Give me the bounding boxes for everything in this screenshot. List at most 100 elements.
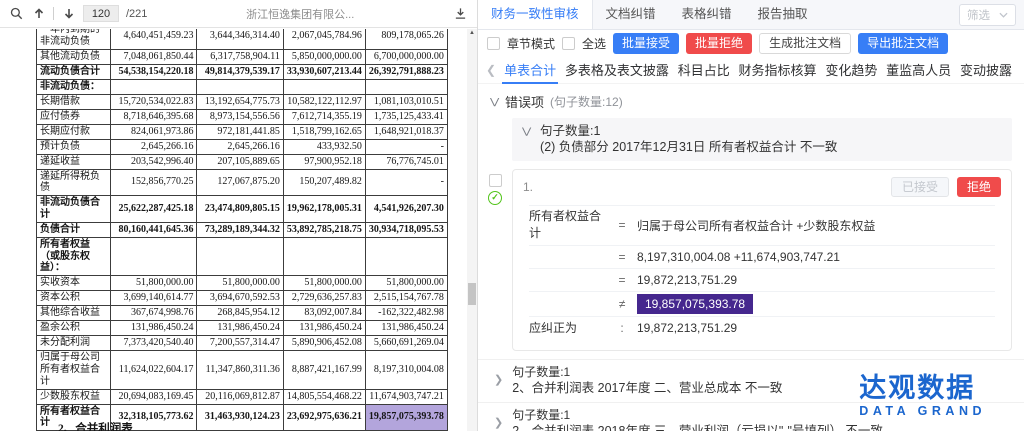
subtab-multi-table-disclosure[interactable]: 多表格及表文披露 [565, 60, 669, 84]
cell-value: 51,800,000.00 [111, 276, 197, 291]
export-annotated-doc-button[interactable]: 导出批注文档 [858, 33, 948, 54]
cell-value: 8,197,310,004.08 [365, 351, 447, 389]
scroll-left-icon[interactable]: ❮ [486, 63, 496, 77]
cell-value: 207,105,889.65 [197, 154, 283, 169]
tab-document-correction[interactable]: 文档纠错 [593, 0, 669, 29]
subtab-change-disclosure[interactable]: 变动披露 [960, 60, 1012, 84]
cell-value: 3,644,346,314.40 [197, 29, 283, 49]
subtab-financial-indicator[interactable]: 财务指标核算 [739, 60, 817, 84]
table-row: 未分配利润7,373,420,540.407,200,557,314.475,8… [37, 336, 448, 351]
select-all-checkbox[interactable] [562, 37, 575, 50]
cell-value: 23,474,809,805.15 [197, 196, 283, 223]
cell-value: 6,700,000,000.00 [365, 49, 447, 64]
cell-value: 1,735,125,433.41 [365, 109, 447, 124]
generate-annotated-doc-button[interactable]: 生成批注文档 [759, 33, 851, 54]
row-label: 其他流动负债 [37, 49, 111, 64]
cell-value: 7,373,420,540.40 [111, 336, 197, 351]
cell-value: 26,392,791,888.23 [365, 64, 447, 79]
row-label: 负债合计 [37, 222, 111, 237]
cell-value: 13,192,654,775.73 [197, 94, 283, 109]
cell-value: 73,289,189,344.32 [197, 222, 283, 237]
cell-value: 11,624,022,604.17 [111, 351, 197, 389]
subtab-account-ratio[interactable]: 科目占比 [678, 60, 730, 84]
sentence-count-label: 句子数量:1 [512, 365, 782, 380]
scroll-up-arrow[interactable]: ▲ [467, 30, 477, 36]
cell-value [283, 237, 365, 275]
row-label: 非流动负债合计 [37, 196, 111, 223]
table-row: 所有者权益（或股东权益）： [37, 237, 448, 275]
cell-value: 433,932.50 [283, 139, 365, 154]
subtab-single-table-total[interactable]: 单表合计 [504, 60, 556, 84]
scrollbar-thumb[interactable] [468, 283, 476, 305]
collapsed-error-item[interactable]: ❯句子数量:12、合并利润表 2017年度 二、营业总成本 不一致 [478, 359, 1024, 402]
cell-value: 20,694,083,169.45 [111, 389, 197, 404]
row-label: 预计负债 [37, 139, 111, 154]
tab-report-extraction[interactable]: 报告抽取 [745, 0, 821, 29]
row-label: 长期应付款 [37, 124, 111, 139]
zoom-icon[interactable] [9, 6, 24, 21]
batch-accept-button[interactable]: 批量接受 [613, 33, 679, 54]
table-row: 其他综合收益367,674,998.76268,845,954.1283,092… [37, 306, 448, 321]
cell-value: 20,116,069,812.87 [197, 389, 283, 404]
cell-value: - [365, 169, 447, 196]
cell-value: 2,645,266.16 [197, 139, 283, 154]
table-row: 长期借款15,720,534,022.8313,192,654,775.7310… [37, 94, 448, 109]
page-total-label: /221 [126, 8, 147, 20]
cell-value: 131,986,450.24 [197, 321, 283, 336]
cell-value: 3,694,670,592.53 [197, 291, 283, 306]
table-row: 长期应付款824,061,973.86972,181,441.851,518,7… [37, 124, 448, 139]
table-row: 负债合计80,160,441,645.3673,289,189,344.3253… [37, 222, 448, 237]
error-detail-card-wrapper: ✓ 1. 已接受 拒绝 所有者权益合计 = 归属于母公司 [512, 169, 1012, 351]
formula-breakdown: 所有者权益合计 = 归属于母公司所有者权益合计 +少数股东权益 = 8,197,… [529, 205, 995, 340]
accepted-button[interactable]: 已接受 [891, 177, 949, 197]
cell-value: 2,645,266.16 [111, 139, 197, 154]
error-group-header[interactable]: ⋁ 错误项 (句子数量:12) [478, 85, 1024, 118]
tab-table-correction[interactable]: 表格纠错 [669, 0, 745, 29]
row-label: 一年内到期的非流动负债 [37, 29, 111, 49]
row-label: 所有者权益（或股东权益）： [37, 237, 111, 275]
error-item-checkbox[interactable] [489, 174, 502, 187]
batch-reject-button[interactable]: 批量拒绝 [686, 33, 752, 54]
reject-button[interactable]: 拒绝 [957, 177, 1001, 197]
cell-value: 19,962,178,005.31 [283, 196, 365, 223]
error-group-title: 错误项 [505, 92, 544, 111]
page-number-input[interactable] [83, 5, 119, 22]
document-scrollbar[interactable]: ▲ [467, 29, 477, 431]
row-label: 归属于母公司所有者权益合计 [37, 351, 111, 389]
cell-value: 6,317,758,904.11 [197, 49, 283, 64]
download-icon[interactable] [453, 6, 468, 21]
next-page-icon[interactable] [61, 6, 76, 21]
table-row: 流动负债合计54,538,154,220.1849,814,379,539.17… [37, 64, 448, 79]
chapter-mode-checkbox[interactable] [487, 37, 500, 50]
table-row: 非流动负债合计25,622,287,425.1823,474,809,805.1… [37, 196, 448, 223]
mismatched-value-chip: 19,857,075,393.78 [637, 294, 753, 314]
cell-value: 4,640,451,459.23 [111, 29, 197, 49]
subtab-executives[interactable]: 董监高人员 [886, 60, 951, 84]
filter-dropdown[interactable]: 筛选 [959, 4, 1016, 26]
cell-value: 2,067,045,784.96 [283, 29, 365, 49]
formula-operator: = [607, 273, 637, 287]
error-summary-box[interactable]: ⋁ 句子数量:1 (2) 负债部分 2017年12月31日 所有者权益合计 不一… [512, 118, 1012, 161]
cell-value: 53,892,785,218.75 [283, 222, 365, 237]
cell-value [365, 237, 447, 275]
cell-value: 51,800,000.00 [197, 276, 283, 291]
row-label: 递延所得税负债 [37, 169, 111, 196]
table-row: 其他流动负债7,048,061,850.446,317,758,904.115,… [37, 49, 448, 64]
cell-value: 5,890,906,452.08 [283, 336, 365, 351]
subtab-change-trend[interactable]: 变化趋势 [825, 60, 877, 84]
formula-expression: 归属于母公司所有者权益合计 +少数股东权益 [637, 217, 995, 234]
app-window: /221 浙江恒逸集团有限公... 一年内到期的非流动负债4,640,451,4… [0, 0, 1024, 431]
cell-value: -162,322,482.98 [365, 306, 447, 321]
error-detail-card: 1. 已接受 拒绝 所有者权益合计 = 归属于母公司所有者权益合计 +少数股东权… [512, 169, 1012, 351]
row-label: 应付债券 [37, 109, 111, 124]
collapsed-error-item[interactable]: ❯句子数量:12、合并利润表 2018年度 三、营业利润（亏损以"-"号填列） … [478, 402, 1024, 431]
sentence-count-label: 句子数量:1 [540, 123, 837, 139]
cell-value: 49,814,379,539.17 [197, 64, 283, 79]
row-label: 实收资本 [37, 276, 111, 291]
document-page: 一年内到期的非流动负债4,640,451,459.233,644,346,314… [0, 29, 467, 431]
filter-label: 筛选 [967, 7, 990, 23]
cell-value: 11,347,860,311.36 [197, 351, 283, 389]
tab-financial-consistency[interactable]: 财务一致性审核 [478, 0, 593, 29]
prev-page-icon[interactable] [31, 6, 46, 21]
row-label: 流动负债合计 [37, 64, 111, 79]
